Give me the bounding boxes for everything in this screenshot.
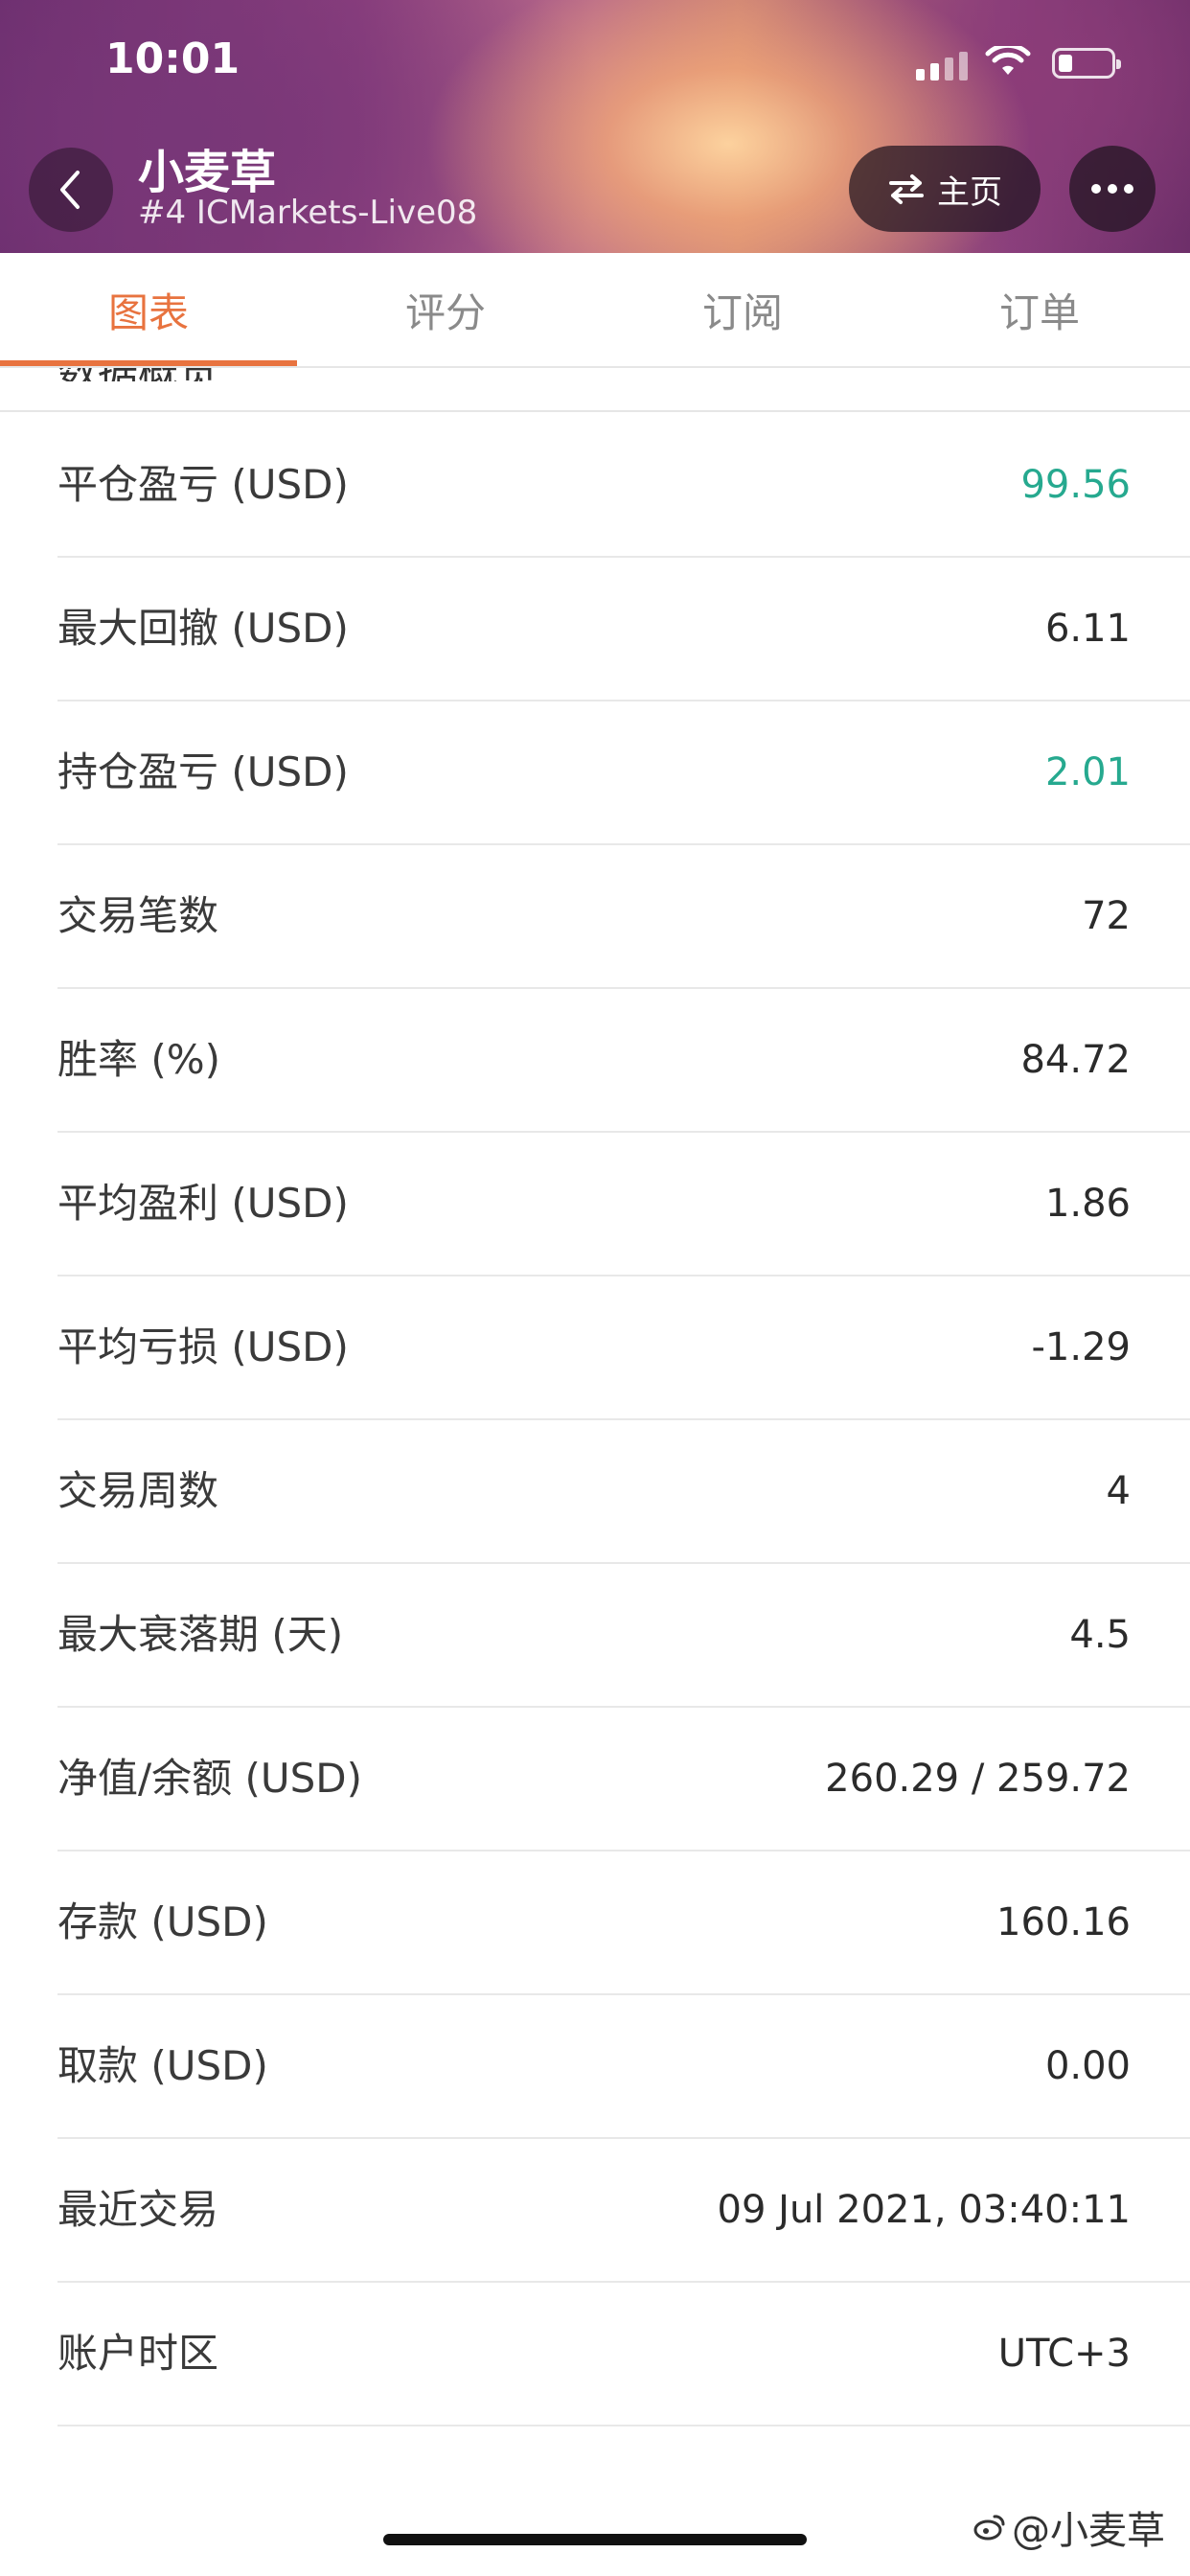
stat-value: UTC+3 [997,2332,1131,2376]
tab-chart[interactable]: 图表 [0,253,297,366]
stat-row: 胜率 (%) 84.72 [57,989,1190,1133]
stat-row: 最近交易 09 Jul 2021, 03:40:11 [57,2139,1190,2283]
stat-label: 账户时区 [57,2330,219,2377]
tab-bar: 图表 评分 订阅 订单 [0,253,1190,368]
stat-row: 持仓盈亏 (USD) 2.01 [57,702,1190,845]
stat-value: 6.11 [1044,607,1131,651]
battery-icon [1052,48,1121,79]
tab-rating[interactable]: 评分 [297,253,594,366]
stat-row: 账户时区 UTC+3 [57,2283,1190,2426]
stat-label: 胜率 (%) [57,1036,221,1083]
stat-label: 最大回撤 (USD) [57,605,349,652]
status-time: 10:01 [105,34,240,83]
tab-subscribe[interactable]: 订阅 [594,253,891,366]
watermark: @小麦草 [973,2499,1165,2555]
stat-label: 交易笔数 [57,892,219,939]
stat-row: 取款 (USD) 0.00 [57,1995,1190,2139]
home-button-label: 主页 [937,172,1002,212]
stat-label: 平均盈利 (USD) [57,1180,349,1227]
stat-value: -1.29 [1031,1325,1132,1369]
stat-label: 最近交易 [57,2186,219,2233]
weibo-logo-icon [973,2515,1005,2541]
wifi-icon [985,46,1031,75]
stat-value: 260.29 / 259.72 [825,1757,1131,1801]
stat-label: 最大衰落期 (天) [57,1611,344,1658]
home-button[interactable]: 主页 [849,146,1041,232]
home-indicator[interactable] [383,2534,807,2545]
stat-label: 净值/余额 (USD) [57,1755,363,1802]
stat-row: 存款 (USD) 160.16 [57,1852,1190,1995]
stat-row: 平均亏损 (USD) -1.29 [57,1276,1190,1420]
stat-value: 4 [1106,1469,1131,1513]
cellular-signal-icon [916,52,968,80]
stat-row: 平仓盈亏 (USD) 99.56 [57,414,1190,558]
account-subtitle: #4 ICMarkets-Live08 [138,194,478,232]
more-options-button[interactable] [1069,146,1156,232]
stat-label: 平仓盈亏 (USD) [57,461,349,508]
chevron-left-icon [60,171,80,209]
watermark-text: @小麦草 [1012,2509,1165,2553]
stat-value: 4.5 [1069,1613,1131,1657]
stat-row: 最大衰落期 (天) 4.5 [57,1564,1190,1708]
tab-orders[interactable]: 订单 [891,253,1188,366]
stat-value: 09 Jul 2021, 03:40:11 [717,2188,1131,2232]
stat-value: 99.56 [1020,463,1131,507]
stat-value: 0.00 [1044,2044,1131,2088]
stat-row: 交易周数 4 [57,1420,1190,1564]
more-dots-icon [1091,184,1133,194]
active-tab-indicator [0,360,297,366]
stat-row: 最大回撤 (USD) 6.11 [57,558,1190,702]
stat-label: 取款 (USD) [57,2042,268,2089]
stat-value: 2.01 [1044,750,1131,794]
stat-value: 1.86 [1044,1182,1131,1226]
stat-label: 存款 (USD) [57,1898,268,1945]
swap-arrows-icon [889,174,924,204]
stat-row: 平均盈利 (USD) 1.86 [57,1133,1190,1276]
divider [0,410,1190,412]
stat-label: 持仓盈亏 (USD) [57,748,349,795]
section-title: 数据概览 [57,368,345,381]
page-title: 小麦草 [138,146,277,199]
stats-list: 平仓盈亏 (USD) 99.56 最大回撤 (USD) 6.11 持仓盈亏 (USD) 2… [0,414,1190,2426]
stat-value: 72 [1082,894,1131,938]
stat-value: 84.72 [1020,1038,1131,1082]
stat-row: 净值/余额 (USD) 260.29 / 259.72 [57,1708,1190,1852]
back-button[interactable] [29,148,113,232]
profile-header: 10:01 小麦草 #4 ICMarkets-Live08 主页 [0,0,1190,253]
stat-label: 平均亏损 (USD) [57,1323,349,1370]
stat-label: 交易周数 [57,1467,219,1514]
stat-value: 160.16 [996,1900,1131,1944]
stat-row: 交易笔数 72 [57,845,1190,989]
